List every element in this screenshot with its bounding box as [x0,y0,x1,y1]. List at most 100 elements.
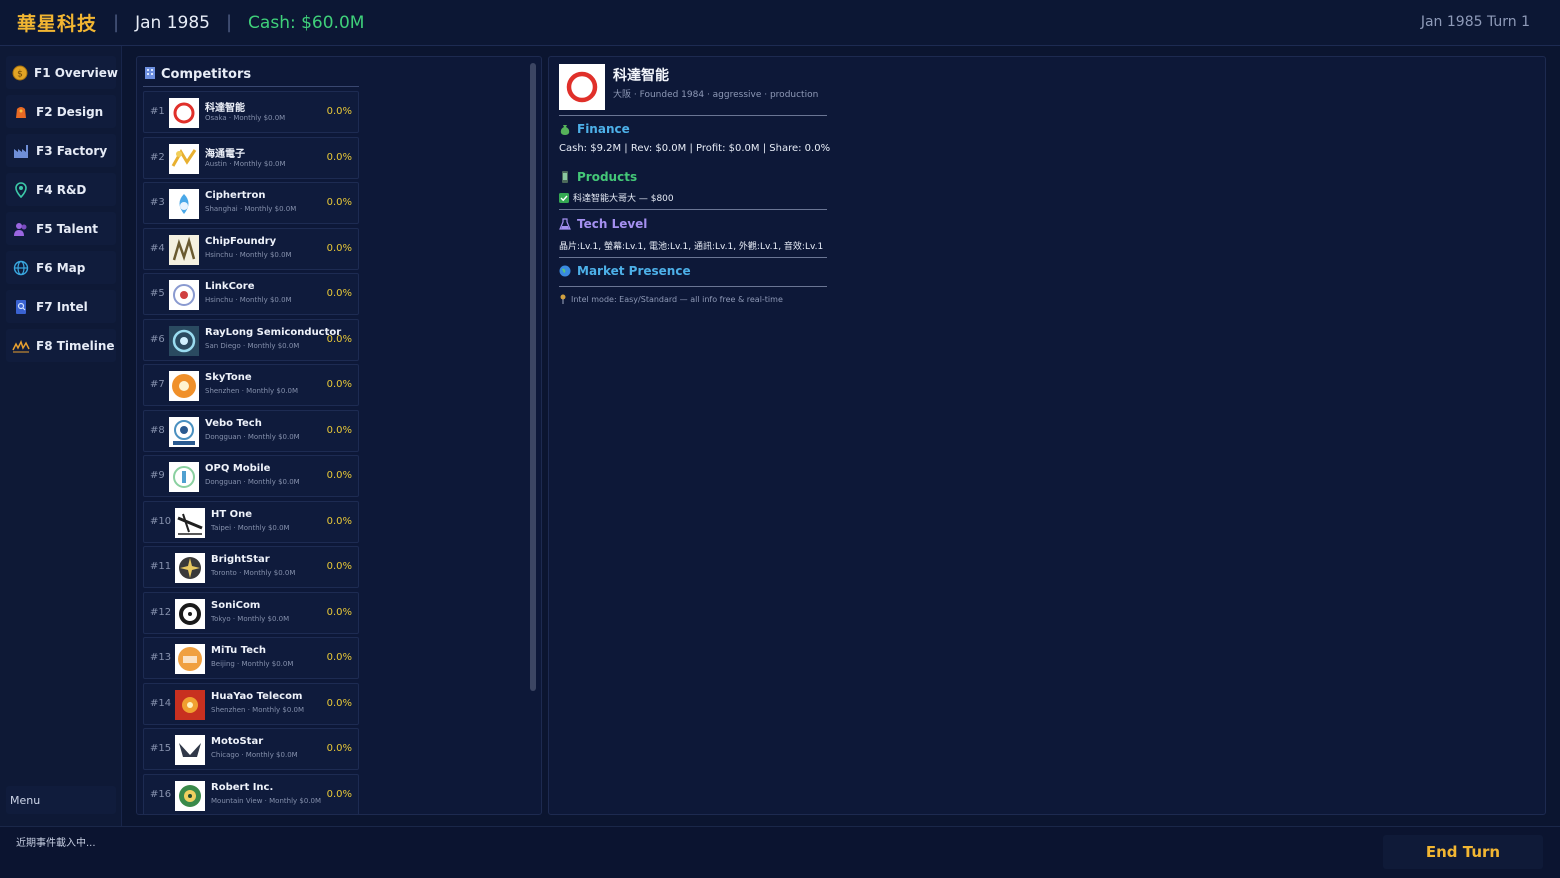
tech-levels: 晶片:Lv.1, 螢幕:Lv.1, 電池:Lv.1, 通訊:Lv.1, 外觀:L… [559,242,824,252]
company-name: RayLong Semiconductor [205,327,342,338]
competitors-panel: Competitors #1 科達智能 Osaka · Monthly $0.0… [136,56,542,815]
market-share: 0.0% [326,561,352,572]
tech-section-title: Tech Level [559,217,647,231]
competitor-row[interactable]: #6 RayLong Semiconductor San Diego · Mon… [143,319,359,361]
sidebar-item-overview[interactable]: $ F1 Overview [6,56,118,89]
sidebar-item-design[interactable]: F2 Design [6,95,116,128]
company-name: MotoStar [211,736,264,747]
company-name: HuaYao Telecom [211,691,303,702]
sidebar-item-intel[interactable]: F7 Intel [6,290,116,323]
company-sub: Dongguan · Monthly $0.0M [205,478,300,486]
rank-label: #3 [150,197,165,208]
competitor-row[interactable]: #10 HT One Taipei · Monthly $0.0M 0.0% [143,501,359,543]
intel-mode-text: Intel mode: Easy/Standard — all info fre… [571,294,783,304]
sidebar-item-map[interactable]: F6 Map [6,251,116,284]
company-logo [169,371,199,401]
pin-icon [12,181,30,199]
competitor-row[interactable]: #3 Ciphertron Shanghai · Monthly $0.0M 0… [143,182,359,224]
end-turn-button[interactable]: End Turn [1383,835,1543,869]
phone-icon [559,171,571,183]
company-logo [175,735,205,765]
company-logo [175,553,205,583]
company-logo [169,235,199,265]
company-name: 華星科技 [17,13,98,35]
market-share: 0.0% [326,607,352,618]
competitor-row[interactable]: #15 MotoStar Chicago · Monthly $0.0M 0.0… [143,728,359,770]
divider: | [113,12,120,33]
company-logo [169,98,199,128]
market-share: 0.0% [326,698,352,709]
divider [559,286,827,287]
rank-label: #7 [150,379,165,390]
company-logo [175,644,205,674]
company-name: HT One [211,509,253,520]
company-name: Ciphertron [205,190,266,201]
company-sub: Chicago · Monthly $0.0M [211,751,298,759]
market-title: Market Presence [577,264,691,278]
bottom-bar: 近期事件載入中... End Turn [0,826,1560,878]
sidebar-item-label: F7 Intel [36,299,88,314]
products-title: Products [577,170,638,184]
sidebar-item-label: F3 Factory [36,143,108,158]
competitor-row[interactable]: #5 LinkCore Hsinchu · Monthly $0.0M 0.0% [143,273,359,315]
divider: | [225,12,233,33]
competitor-row[interactable]: #14 HuaYao Telecom Shenzhen · Monthly $0… [143,683,359,725]
sidebar-item-label: F5 Talent [36,221,98,236]
divider [559,257,827,258]
competitor-row[interactable]: #13 MiTu Tech Beijing · Monthly $0.0M 0.… [143,637,359,679]
rank-label: #9 [150,470,165,481]
sidebar-item-talent[interactable]: F5 Talent [6,212,116,245]
company-logo [175,690,205,720]
competitor-row[interactable]: #16 Robert Inc. Mountain View · Monthly … [143,774,359,814]
company-sub: Toronto · Monthly $0.0M [211,569,296,577]
competitor-row[interactable]: #1 科達智能 Osaka · Monthly $0.0M 0.0% [143,91,359,133]
rank-label: #11 [150,561,172,572]
competitor-row[interactable]: #11 BrightStar Toronto · Monthly $0.0M 0… [143,546,359,588]
sidebar-item-label: F2 Design [36,104,104,119]
market-share: 0.0% [326,516,352,527]
company-sub: Shanghai · Monthly $0.0M [205,205,297,213]
coin-icon: $ [12,64,28,82]
rank-label: #15 [150,743,172,754]
competitors-scrollbar[interactable] [530,63,536,691]
competitor-row[interactable]: #12 SoniCom Tokyo · Monthly $0.0M 0.0% [143,592,359,634]
rank-label: #16 [150,789,172,800]
market-share: 0.0% [326,379,352,390]
rank-label: #6 [150,334,165,345]
company-sub: Austin · Monthly $0.0M [205,160,286,168]
turn-indicator: Jan 1985 Turn 1 [1420,14,1530,30]
competitor-row[interactable]: #2 海通電子 Austin · Monthly $0.0M 0.0% [143,137,359,179]
market-share: 0.0% [326,789,352,800]
news-ticker: 近期事件載入中... [16,838,96,849]
competitor-row[interactable]: #4 ChipFoundry Hsinchu · Monthly $0.0M 0… [143,228,359,270]
competitor-row[interactable]: #7 SkyTone Shenzhen · Monthly $0.0M 0.0% [143,364,359,406]
market-share: 0.0% [326,152,352,163]
sidebar-item-rnd[interactable]: F4 R&D [6,173,116,206]
sidebar-item-factory[interactable]: F3 Factory [6,134,116,167]
company-name: Vebo Tech [205,418,262,429]
detail-company-name: 科達智能 [613,68,669,84]
sidebar-item-label: F6 Map [36,260,86,275]
company-sub: Dongguan · Monthly $0.0M [205,433,300,441]
company-logo [175,508,205,538]
rank-label: #4 [150,243,165,254]
top-bar: 華星科技 | Jan 1985 | Cash: $60.0M Jan 1985 … [0,0,1560,46]
company-sub: Shenzhen · Monthly $0.0M [205,387,299,395]
rank-label: #10 [150,516,172,527]
current-date: Jan 1985 [135,12,210,33]
globe-icon [12,259,30,277]
market-share: 0.0% [326,334,352,345]
company-name: OPQ Mobile [205,463,271,474]
competitor-row[interactable]: #9 OPQ Mobile Dongguan · Monthly $0.0M 0… [143,455,359,497]
rank-label: #14 [150,698,172,709]
people-icon [12,220,30,238]
sidebar: $ F1 Overview F2 Design F3 Factory F4 R&… [0,46,122,826]
market-share: 0.0% [326,425,352,436]
menu-button[interactable]: Menu [6,786,116,814]
product-item: 科達智能大哥大 — $800 [559,191,674,204]
market-section-title: Market Presence [559,264,691,278]
competitor-row[interactable]: #8 Vebo Tech Dongguan · Monthly $0.0M 0.… [143,410,359,452]
sidebar-item-timeline[interactable]: F8 Timeline [6,329,116,362]
building-icon [143,65,157,84]
company-name: 科達智能 [205,103,245,114]
